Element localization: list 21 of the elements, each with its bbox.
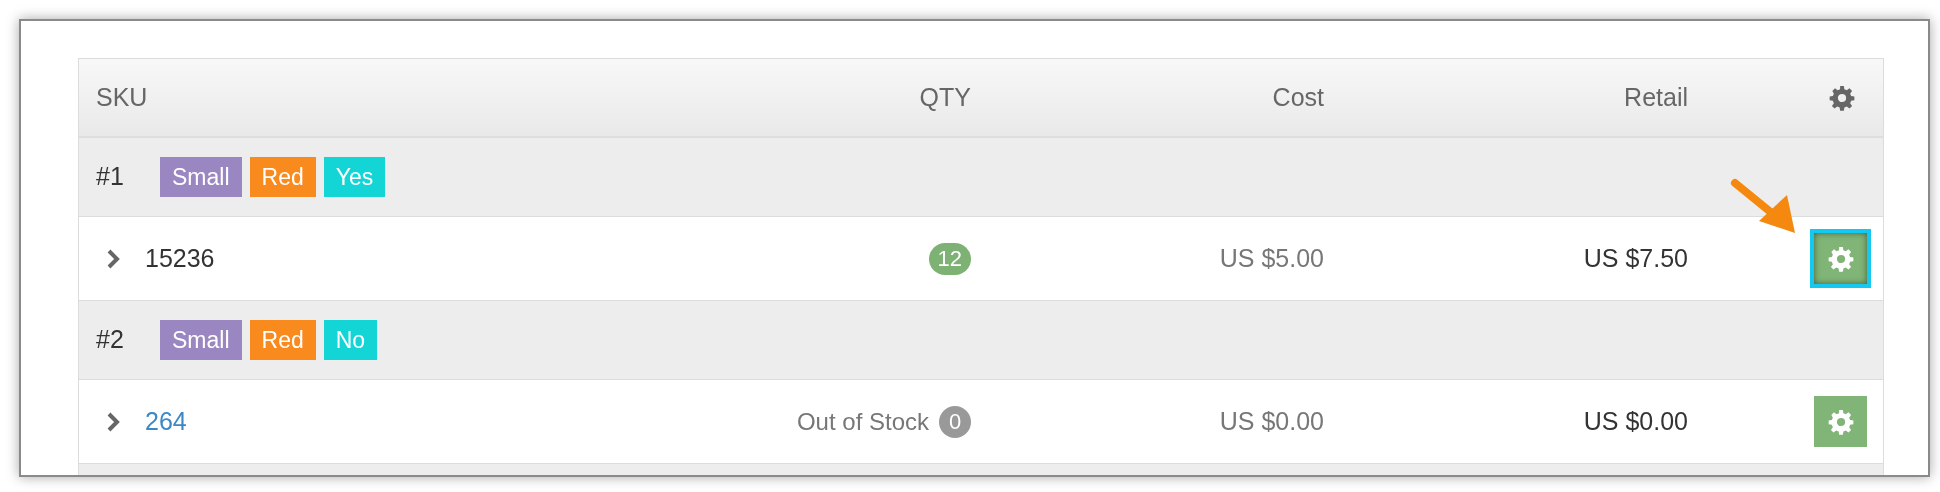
column-header: QTY	[919, 81, 971, 113]
tag: Red	[249, 157, 316, 197]
sku-link[interactable]: 264	[145, 402, 187, 441]
group-number: #1	[96, 161, 125, 193]
tag: Small	[160, 320, 242, 360]
tag: Small	[160, 157, 242, 197]
retail-value: US $7.50	[1583, 242, 1688, 274]
column-header: Cost	[1272, 81, 1324, 113]
cost-value: US $5.00	[1219, 242, 1324, 274]
quantity-badge: 0	[939, 405, 971, 438]
tag: Yes	[323, 157, 386, 197]
retail-value: US $0.00	[1583, 405, 1688, 437]
tag: Red	[249, 320, 316, 360]
group-number: #2	[96, 324, 125, 356]
cost-value: US $0.00	[1219, 405, 1324, 437]
quantity-badge: 12	[928, 242, 971, 275]
tag: No	[323, 320, 378, 360]
column-header: SKU	[96, 81, 148, 113]
column-header: Retail	[1624, 81, 1688, 113]
stock-status: Out of Stock	[796, 406, 929, 437]
sku-text: 15236	[145, 242, 215, 274]
